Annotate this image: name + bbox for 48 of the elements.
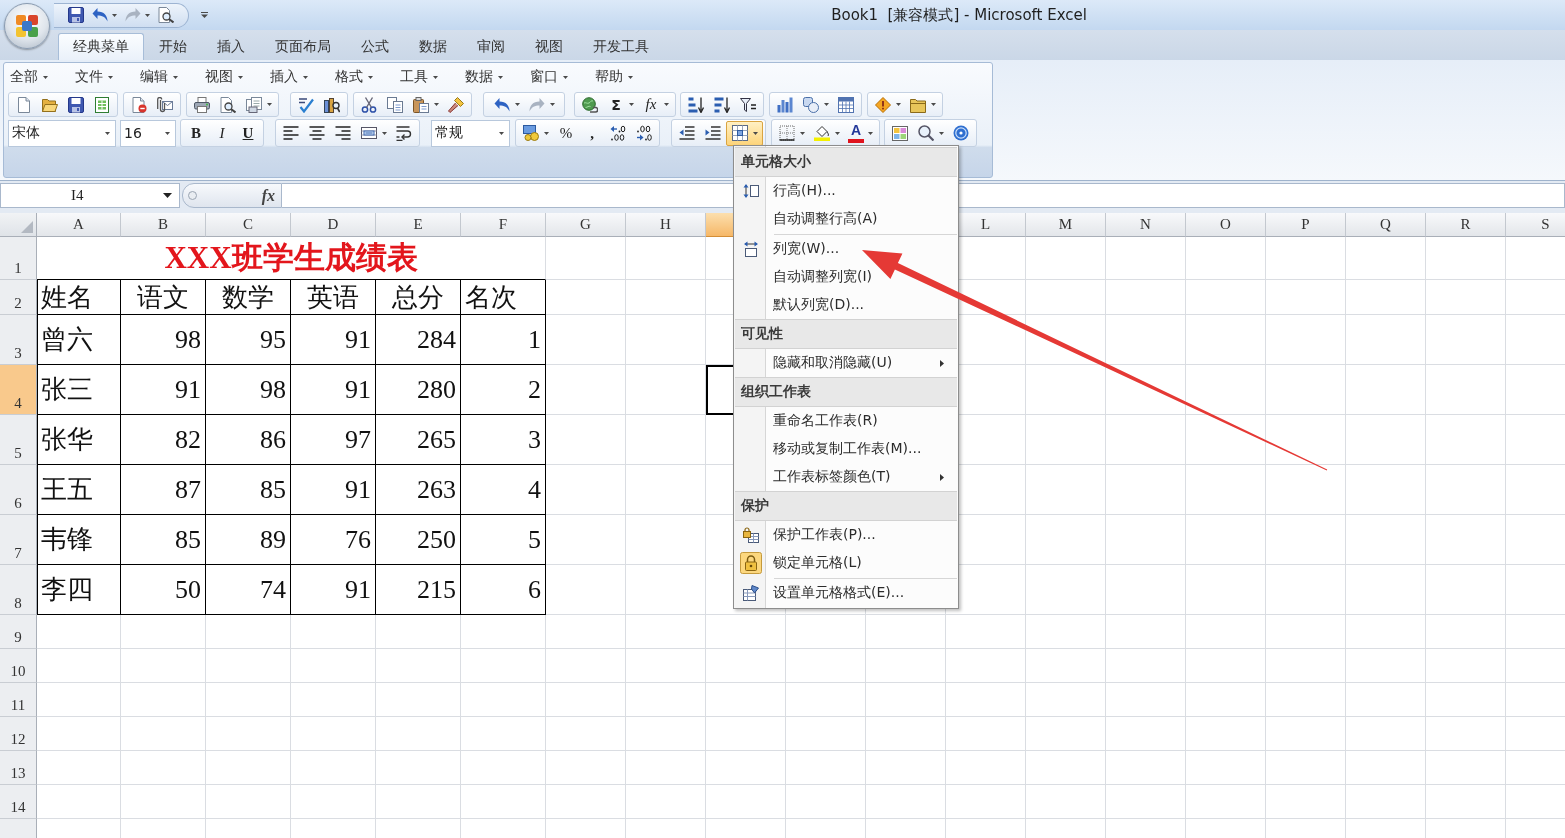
table-cell: 2 [461, 365, 546, 415]
table-cell: 曾六 [37, 315, 121, 365]
table-cell: 85 [121, 515, 206, 565]
table-cell: 3 [461, 415, 546, 465]
table-cell: 74 [206, 565, 291, 615]
table-cell: 215 [376, 565, 461, 615]
table-cell: 98 [206, 365, 291, 415]
table-cell: 97 [291, 415, 376, 465]
table-cell: 91 [291, 315, 376, 365]
table-cell: 张华 [37, 415, 121, 465]
menu-section-heading: 可见性 [735, 319, 957, 349]
table-cell: 76 [291, 515, 376, 565]
table-cell: 87 [121, 465, 206, 515]
menu-section-heading: 保护 [735, 491, 957, 521]
table-cell: 1 [461, 315, 546, 365]
menu-section-heading: 组织工作表 [735, 377, 957, 407]
window-title: Book1 [兼容模式] - Microsoft Excel [831, 5, 1087, 25]
table-cell: 263 [376, 465, 461, 515]
table-cell: 5 [461, 515, 546, 565]
table-cell: 86 [206, 415, 291, 465]
table-cell: 6 [461, 565, 546, 615]
table-header-cell: 数学 [206, 280, 291, 315]
table-header-cell: 总分 [376, 280, 461, 315]
table-cell: 91 [291, 365, 376, 415]
table-cell: 95 [206, 315, 291, 365]
table-cell: 82 [121, 415, 206, 465]
table-cell: 91 [291, 465, 376, 515]
menu-section-heading: 单元格大小 [735, 147, 957, 177]
table-cell: 王五 [37, 465, 121, 515]
table-cell: 李四 [37, 565, 121, 615]
sheet-title: XXX班学生成绩表 [37, 237, 546, 280]
table-cell: 89 [206, 515, 291, 565]
table-cell: 韦锋 [37, 515, 121, 565]
table-cell: 284 [376, 315, 461, 365]
table-header-cell: 语文 [121, 280, 206, 315]
table-cell: 265 [376, 415, 461, 465]
table-cell: 张三 [37, 365, 121, 415]
table-cell: 50 [121, 565, 206, 615]
table-cell: 91 [121, 365, 206, 415]
table-cell: 98 [121, 315, 206, 365]
table-header-cell: 英语 [291, 280, 376, 315]
table-cell: 91 [291, 565, 376, 615]
table-header-cell: 名次 [461, 280, 546, 315]
table-cell: 280 [376, 365, 461, 415]
table-cell: 85 [206, 465, 291, 515]
table-cell: 250 [376, 515, 461, 565]
table-header-cell: 姓名 [37, 280, 121, 315]
table-cell: 4 [461, 465, 546, 515]
